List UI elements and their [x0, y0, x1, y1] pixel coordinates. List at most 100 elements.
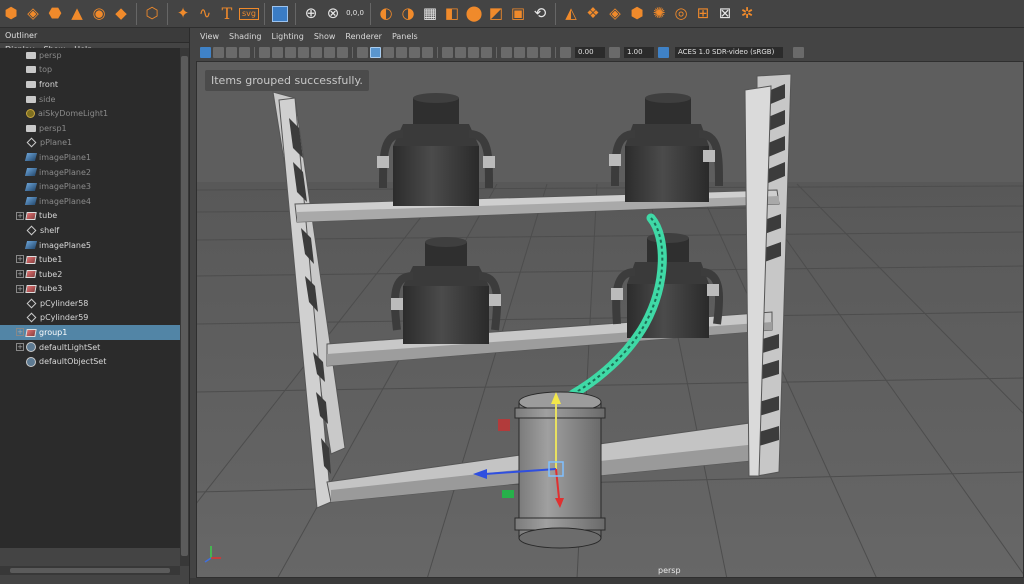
- expand-icon[interactable]: +: [16, 211, 24, 220]
- cone-icon[interactable]: ▲: [66, 3, 88, 25]
- outliner-item[interactable]: + group1: [0, 325, 180, 340]
- viewport-scene[interactable]: [197, 62, 1024, 578]
- outliner-item[interactable]: pCylinder58: [0, 296, 180, 311]
- duplicate-icon[interactable]: ⟲: [529, 3, 551, 25]
- sparkle-icon[interactable]: ✦: [172, 3, 194, 25]
- bevel-icon[interactable]: ◩: [485, 3, 507, 25]
- film-gate-icon[interactable]: [272, 46, 283, 58]
- settings-icon[interactable]: ✲: [736, 3, 758, 25]
- gamma-field[interactable]: 1.00: [624, 46, 654, 58]
- bake-icon[interactable]: ◎: [670, 3, 692, 25]
- extract-icon[interactable]: ▦: [419, 3, 441, 25]
- default-material-icon[interactable]: [383, 46, 394, 58]
- outliner-item[interactable]: + tube1: [0, 252, 180, 267]
- torus-icon[interactable]: ◉: [88, 3, 110, 25]
- bridge-icon[interactable]: ⬤: [463, 3, 485, 25]
- coord-readout[interactable]: 0,0,0: [344, 3, 366, 25]
- combine-icon[interactable]: ◐: [375, 3, 397, 25]
- sculpt-icon[interactable]: ✺: [648, 3, 670, 25]
- smooth-icon[interactable]: ❖: [582, 3, 604, 25]
- outliner-item[interactable]: imagePlane1: [0, 150, 180, 165]
- svg-icon[interactable]: svg: [239, 7, 259, 20]
- curve-icon[interactable]: ∿: [194, 3, 216, 25]
- grid-layout-icon[interactable]: ⊠: [714, 3, 736, 25]
- menu-renderer[interactable]: Renderer: [345, 32, 382, 44]
- cube-icon[interactable]: ◈: [22, 3, 44, 25]
- xy-plane-handle[interactable]: [498, 419, 510, 431]
- image-plane-icon[interactable]: [239, 46, 250, 58]
- scrollbar-thumb[interactable]: [181, 56, 188, 556]
- menu-lighting[interactable]: Lighting: [271, 32, 303, 44]
- text-icon[interactable]: T: [216, 3, 238, 25]
- safe-action-icon[interactable]: [324, 46, 335, 58]
- perspective-viewport[interactable]: Items grouped successfully. persp: [196, 61, 1024, 578]
- select-camera-icon[interactable]: [200, 46, 211, 58]
- outliner-item[interactable]: shelf: [0, 223, 180, 238]
- resolution-gate-icon[interactable]: [285, 46, 296, 58]
- xray-icon[interactable]: [514, 46, 525, 58]
- depth-of-field-icon[interactable]: [481, 46, 492, 58]
- outliner-item[interactable]: imagePlane3: [0, 179, 180, 194]
- expand-icon[interactable]: +: [16, 255, 24, 264]
- textured-icon[interactable]: [396, 46, 407, 58]
- xray-joints-icon[interactable]: [527, 46, 538, 58]
- outliner-tree[interactable]: persp top front side aiSkyDomeLight1 persp1 pP…: [0, 48, 180, 548]
- outliner-horizontal-scrollbar[interactable]: [0, 566, 180, 575]
- ambient-occlusion-icon[interactable]: [442, 46, 453, 58]
- fill-icon[interactable]: ◭: [560, 3, 582, 25]
- bookmark-icon[interactable]: [226, 46, 237, 58]
- outliner-item[interactable]: persp: [0, 48, 180, 63]
- color-space-dropdown[interactable]: ACES 1.0 SDR-video (sRGB): [675, 46, 783, 58]
- sphere-icon[interactable]: ⬢: [0, 3, 22, 25]
- outliner-item[interactable]: imagePlane4: [0, 194, 180, 209]
- camera-attributes-icon[interactable]: [213, 46, 224, 58]
- grid-toggle-icon[interactable]: [259, 46, 270, 58]
- outliner-item[interactable]: side: [0, 92, 180, 107]
- grid-icon[interactable]: [272, 5, 288, 22]
- motion-blur-icon[interactable]: [455, 46, 466, 58]
- expand-icon[interactable]: +: [16, 269, 24, 278]
- separate-icon[interactable]: ◑: [397, 3, 419, 25]
- exposure-icon[interactable]: [560, 46, 571, 58]
- exposure-field[interactable]: 0.00: [575, 46, 605, 58]
- move-pivot-icon[interactable]: ⊕: [300, 3, 322, 25]
- outliner-item[interactable]: + tube2: [0, 267, 180, 282]
- outliner-item[interactable]: + tube3: [0, 282, 180, 297]
- diamond-icon[interactable]: ◆: [110, 3, 132, 25]
- expand-icon[interactable]: +: [16, 284, 24, 293]
- outliner-item[interactable]: + tube: [0, 209, 180, 224]
- color-management-icon[interactable]: [658, 46, 669, 58]
- mirror-icon[interactable]: ◧: [441, 3, 463, 25]
- outliner-item[interactable]: + defaultLightSet: [0, 340, 180, 355]
- shadows-icon[interactable]: [422, 46, 433, 58]
- snap-icon[interactable]: ⊗: [322, 3, 344, 25]
- anti-aliasing-icon[interactable]: [468, 46, 479, 58]
- outliner-item[interactable]: imagePlane5: [0, 238, 180, 253]
- soccer-ball-icon[interactable]: ⬡: [141, 3, 163, 25]
- outliner-item[interactable]: pPlane1: [0, 136, 180, 151]
- outliner-item[interactable]: pCylinder59: [0, 311, 180, 326]
- outliner-item[interactable]: imagePlane2: [0, 165, 180, 180]
- wireframe-icon[interactable]: [357, 46, 368, 58]
- scrollbar-thumb[interactable]: [10, 568, 170, 573]
- menu-panels[interactable]: Panels: [392, 32, 418, 44]
- outliner-item[interactable]: persp1: [0, 121, 180, 136]
- menu-view[interactable]: View: [200, 32, 219, 44]
- outliner-item[interactable]: top: [0, 63, 180, 78]
- outliner-vertical-scrollbar[interactable]: [180, 48, 189, 566]
- menu-show[interactable]: Show: [314, 32, 336, 44]
- expand-icon[interactable]: +: [16, 328, 24, 337]
- isolate-select-icon[interactable]: [501, 46, 512, 58]
- gamma-icon[interactable]: [609, 46, 620, 58]
- extrude-icon[interactable]: ▣: [507, 3, 529, 25]
- reduce-icon[interactable]: ◈: [604, 3, 626, 25]
- smooth-shade-icon[interactable]: [370, 46, 381, 58]
- safe-title-icon[interactable]: [337, 46, 348, 58]
- panel-layout-icon[interactable]: [793, 46, 804, 58]
- outliner-item[interactable]: aiSkyDomeLight1: [0, 106, 180, 121]
- lights-icon[interactable]: [409, 46, 420, 58]
- xz-plane-handle[interactable]: [502, 490, 514, 498]
- gate-mask-icon[interactable]: [298, 46, 309, 58]
- field-chart-icon[interactable]: [311, 46, 322, 58]
- outliner-item[interactable]: defaultObjectSet: [0, 354, 180, 369]
